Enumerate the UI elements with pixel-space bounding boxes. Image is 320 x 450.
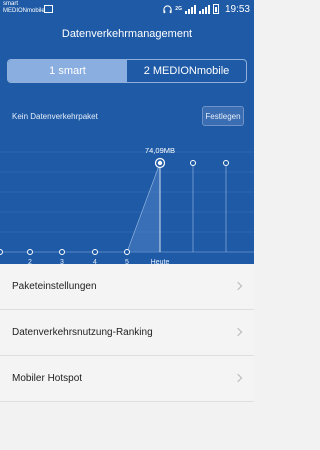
peak-value-label: 74,09MB xyxy=(145,146,175,155)
signal-icon xyxy=(184,4,196,14)
menu-item-package-settings[interactable]: Paketeinstellungen xyxy=(0,264,254,310)
menu-item-label: Paketeinstellungen xyxy=(12,281,97,292)
tab-sim-2[interactable]: 2 MEDIONmobile xyxy=(127,60,246,82)
status-icons: 2G 19:53 xyxy=(163,3,250,15)
set-package-button[interactable]: Festlegen xyxy=(202,106,244,126)
menu-item-label: Mobiler Hotspot xyxy=(12,373,83,384)
usage-chart: 2 3 4 5 Heute74,09MB xyxy=(0,146,254,266)
carrier-name-2: MEDIONmobile xyxy=(3,8,45,14)
clock: 19:53 xyxy=(224,3,250,15)
settings-menu: Paketeinstellungen Datenverkehrsnutzung-… xyxy=(0,264,254,402)
menu-item-mobile-hotspot[interactable]: Mobiler Hotspot xyxy=(0,356,254,402)
day-point xyxy=(124,249,130,255)
day-point xyxy=(27,249,33,255)
chevron-right-icon xyxy=(233,327,243,337)
menu-item-usage-ranking[interactable]: Datenverkehrsnutzung-Ranking xyxy=(0,310,254,356)
battery-icon xyxy=(212,4,219,14)
day-point xyxy=(0,249,3,255)
day-point xyxy=(92,249,98,255)
carrier-info: smart MEDIONmobile xyxy=(3,1,45,15)
status-bar: smart MEDIONmobile 2G 19:53 xyxy=(0,0,254,18)
sim-tabs: 1 smart 2 MEDIONmobile xyxy=(7,59,247,83)
signal-icon-2 xyxy=(198,4,210,14)
chevron-right-icon xyxy=(233,281,243,291)
image-notification-icon xyxy=(44,5,53,13)
package-status: Kein Datenverkehrpaket xyxy=(12,112,98,121)
chart-grid xyxy=(0,151,254,253)
tab-sim-1[interactable]: 1 smart xyxy=(8,60,127,82)
chevron-right-icon xyxy=(233,373,243,383)
menu-item-label: Datenverkehrsnutzung-Ranking xyxy=(12,327,153,338)
carrier-name-1: smart xyxy=(3,1,18,7)
chart-area xyxy=(126,162,227,253)
future-day-point xyxy=(223,160,229,166)
today-point xyxy=(157,160,163,166)
page-title: Datenverkehrmanagement xyxy=(61,28,193,40)
future-day-point xyxy=(190,160,196,166)
day-point xyxy=(59,249,65,255)
chart-points xyxy=(0,157,229,255)
network-type-label: 2G xyxy=(175,5,182,12)
headset-icon xyxy=(163,4,172,13)
